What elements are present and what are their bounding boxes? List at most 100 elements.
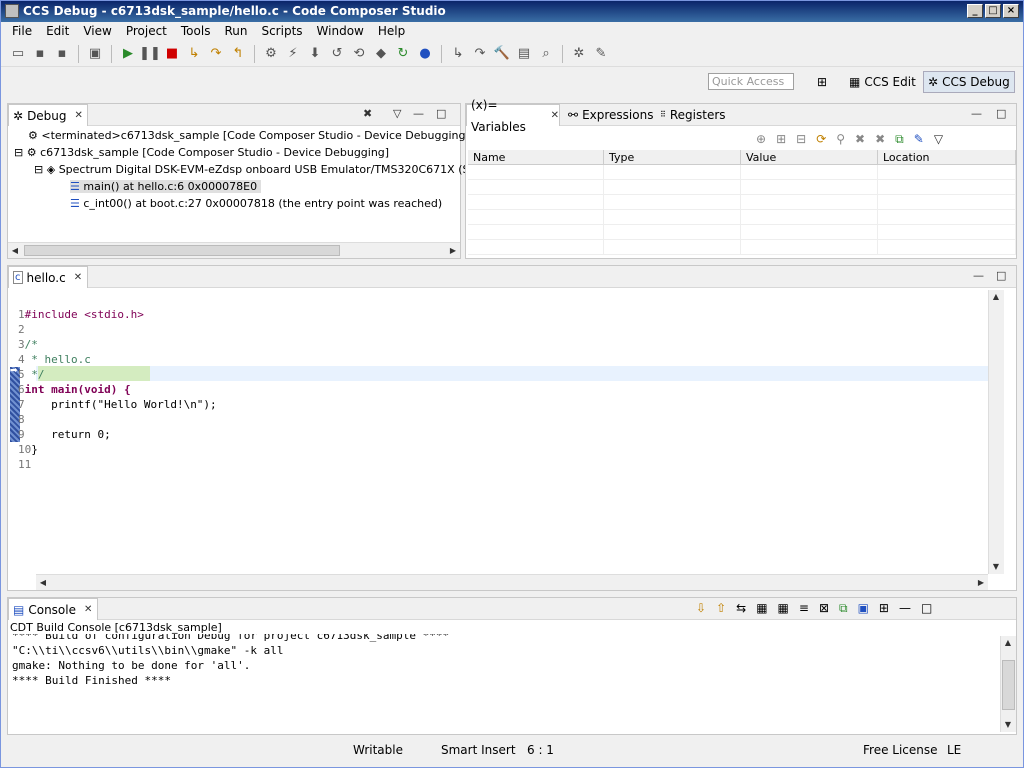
tree-item-session[interactable]: ⊟ ⚙ c6713dsk_sample [Code Composer Studi…: [14, 146, 389, 159]
view-menu-icon[interactable]: ▽: [934, 132, 943, 147]
add-variable-icon[interactable]: ⊞: [776, 132, 786, 147]
minimize-view-icon[interactable]: —: [971, 107, 982, 120]
asm-step-over-icon[interactable]: ↷: [471, 45, 489, 63]
maximize-view-icon[interactable]: □: [996, 269, 1006, 282]
close-window-button[interactable]: ×: [1003, 4, 1019, 18]
scroll-lock-icon[interactable]: ⇆: [736, 601, 746, 616]
minimize-button[interactable]: _: [967, 4, 983, 18]
menu-project[interactable]: Project: [119, 22, 174, 41]
scroll-down-icon[interactable]: ▼: [989, 560, 1003, 574]
new-icon[interactable]: ▭: [9, 45, 27, 63]
maximize-view-icon[interactable]: □: [436, 107, 446, 120]
editor-hscroll[interactable]: ◀ ▶: [36, 574, 988, 590]
close-icon[interactable]: ✕: [551, 105, 559, 127]
open-perspective-icon[interactable]: ⊞: [813, 71, 831, 93]
column-name[interactable]: Name: [468, 150, 604, 164]
menu-file[interactable]: File: [5, 22, 39, 41]
close-icon[interactable]: ✕: [75, 105, 83, 127]
scroll-up-icon[interactable]: ▲: [1001, 636, 1015, 650]
tab-debug[interactable]: ✲ Debug ✕: [8, 104, 88, 126]
terminate-icon[interactable]: ■: [163, 45, 181, 63]
debug-hscroll[interactable]: ◀ ▶: [8, 242, 460, 258]
scroll-thumb[interactable]: [1002, 660, 1015, 710]
tab-registers[interactable]: ⠿ Registers: [656, 104, 726, 126]
perspective-ccs-edit[interactable]: ▦ CCS Edit: [845, 71, 920, 93]
search-icon[interactable]: ⌕: [537, 45, 555, 63]
debug-config-icon[interactable]: ⚙: [262, 45, 280, 63]
build-icon[interactable]: 🔨: [493, 45, 511, 63]
menu-help[interactable]: Help: [371, 22, 412, 41]
load-icon[interactable]: ⬇: [306, 45, 324, 63]
tab-hello-c[interactable]: c hello.c ✕: [8, 266, 88, 288]
column-location[interactable]: Location: [878, 150, 1016, 164]
perspective-ccs-debug[interactable]: ✲ CCS Debug: [923, 71, 1015, 93]
step-return-icon[interactable]: ↰: [229, 45, 247, 63]
suspend-icon[interactable]: ❚❚: [139, 45, 161, 63]
connect-icon[interactable]: ⚡: [284, 45, 302, 63]
clear-console-icon[interactable]: ⊠: [819, 601, 829, 616]
external-tools-icon[interactable]: ✎: [592, 45, 610, 63]
restart-icon[interactable]: ⟲: [350, 45, 368, 63]
refresh-icon[interactable]: ⟳: [816, 132, 826, 147]
scroll-up-arrow-icon[interactable]: ⇧: [716, 601, 726, 616]
show-console-icon[interactable]: ▦: [756, 601, 767, 616]
tab-expressions[interactable]: ⚯ Expressions: [564, 104, 653, 126]
save-icon[interactable]: ▪: [31, 45, 49, 63]
quick-access-input[interactable]: Quick Access: [708, 73, 794, 90]
code-editor[interactable]: 1#include <stdio.h> 2 3/* 4 * hello.c 5 …: [18, 292, 217, 472]
scroll-down-icon[interactable]: ▼: [1001, 718, 1015, 732]
scroll-right-icon[interactable]: ▶: [446, 244, 460, 258]
word-wrap-icon[interactable]: ≡: [799, 601, 809, 616]
console-vscroll[interactable]: ▲ ▼: [1000, 636, 1016, 732]
collapse-all-icon[interactable]: ⊟: [796, 132, 806, 147]
run-config-icon[interactable]: ●: [416, 45, 434, 63]
status-license[interactable]: Free License: [863, 743, 938, 757]
console-icon[interactable]: ▤: [515, 45, 533, 63]
add-global-icon[interactable]: ⊕: [756, 132, 766, 147]
console-output[interactable]: **** Build of configuration Debug for pr…: [12, 634, 449, 718]
tree-item-emulator[interactable]: ⊟ ◈ Spectrum Digital DSK-EVM-eZdsp onboa…: [34, 163, 470, 176]
menu-view[interactable]: View: [76, 22, 118, 41]
scroll-left-icon[interactable]: ◀: [8, 244, 22, 258]
refresh-icon[interactable]: ↻: [394, 45, 412, 63]
tree-item-terminated[interactable]: ⚙ <terminated>c6713dsk_sample [Code Comp…: [28, 129, 470, 142]
debug-bug-icon[interactable]: ✲: [570, 45, 588, 63]
resume-icon[interactable]: ▶: [119, 45, 137, 63]
menu-tools[interactable]: Tools: [174, 22, 218, 41]
tab-console[interactable]: ▤ Console ✕: [8, 598, 98, 620]
minimize-view-icon[interactable]: —: [899, 601, 911, 616]
display-console-icon[interactable]: ▣: [858, 601, 869, 616]
step-over-icon[interactable]: ↷: [207, 45, 225, 63]
maximize-view-icon[interactable]: □: [921, 601, 932, 616]
column-type[interactable]: Type: [604, 150, 741, 164]
step-into-icon[interactable]: ↳: [185, 45, 203, 63]
open-console-icon[interactable]: ⧉: [839, 601, 848, 616]
new-console-icon[interactable]: ⊞: [879, 601, 889, 616]
tree-item-frame-cint00[interactable]: ☰ c_int00() at boot.c:27 0x00007818 (the…: [70, 197, 442, 210]
minimize-view-icon[interactable]: —: [413, 107, 424, 120]
remove-icon[interactable]: ✖: [855, 132, 865, 147]
scroll-up-icon[interactable]: ▲: [989, 290, 1003, 304]
new-view-icon[interactable]: ⧉: [895, 132, 904, 147]
edit-icon[interactable]: ✎: [914, 132, 924, 147]
pin-icon[interactable]: ⚲: [836, 132, 845, 147]
view-menu-icon[interactable]: ▽: [393, 107, 401, 120]
pin-console-icon[interactable]: ▦: [778, 601, 789, 616]
close-icon[interactable]: ✕: [74, 267, 82, 289]
save-all-icon[interactable]: ▪: [53, 45, 71, 63]
menu-edit[interactable]: Edit: [39, 22, 76, 41]
scroll-right-icon[interactable]: ▶: [974, 576, 988, 590]
reset-icon[interactable]: ↺: [328, 45, 346, 63]
scroll-down-arrow-icon[interactable]: ⇩: [696, 601, 706, 616]
remove-all-terminated-icon[interactable]: ✖: [363, 107, 372, 120]
minimize-view-icon[interactable]: —: [973, 269, 984, 282]
remove-all-icon[interactable]: ✖: [875, 132, 885, 147]
tab-variables[interactable]: (x)= Variables ✕: [466, 98, 560, 134]
maximize-button[interactable]: □: [985, 4, 1001, 18]
tree-item-frame-main[interactable]: ☰ main() at hello.c:6 0x000078E0: [70, 180, 262, 193]
asm-step-into-icon[interactable]: ↳: [449, 45, 467, 63]
scroll-thumb[interactable]: [24, 245, 340, 256]
terminal-icon[interactable]: ▣: [86, 45, 104, 63]
menu-window[interactable]: Window: [310, 22, 371, 41]
chip-icon[interactable]: ◆: [372, 45, 390, 63]
